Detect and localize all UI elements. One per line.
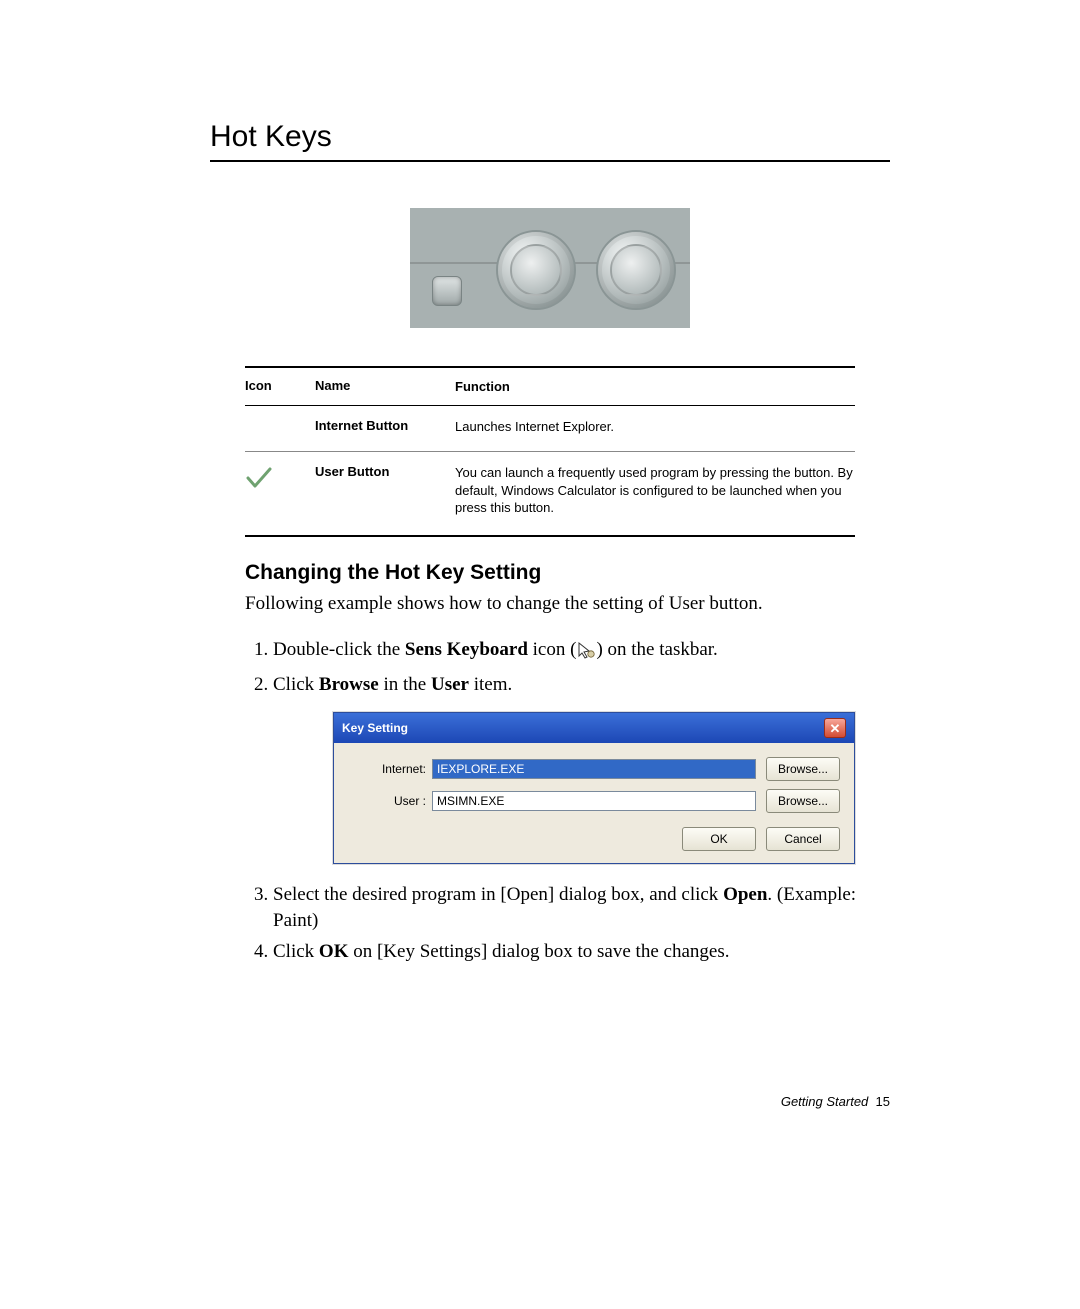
cell-name: User Button <box>315 464 455 517</box>
dialog-actions: OK Cancel <box>348 827 840 851</box>
step-4: Click OK on [Key Settings] dialog box to… <box>273 939 890 965</box>
cancel-button[interactable]: Cancel <box>766 827 840 851</box>
hotkeys-table: Icon Name Function Internet Button Launc… <box>245 366 855 537</box>
page-footer: Getting Started 15 <box>781 1094 890 1109</box>
key-setting-dialog-figure: Key Setting ✕ Internet: IEXPLORE.EXE Bro… <box>333 712 890 864</box>
section-lead: Following example shows how to change th… <box>245 593 890 615</box>
step-3: Select the desired program in [Open] dia… <box>273 882 890 933</box>
table-row: Internet Button Launches Internet Explor… <box>245 406 855 453</box>
step-text: Double-click the <box>273 639 405 660</box>
col-function: Function <box>455 378 855 396</box>
internet-button-icon <box>496 230 576 310</box>
step-text: Select the desired program in [Open] dia… <box>273 884 723 905</box>
browse-user-button[interactable]: Browse... <box>766 789 840 813</box>
step-bold: Browse <box>319 674 379 695</box>
ok-button[interactable]: OK <box>682 827 756 851</box>
user-field[interactable]: MSIMN.EXE <box>432 791 756 811</box>
sens-keyboard-icon <box>576 641 596 667</box>
step-text: in the <box>379 674 431 695</box>
steps-list: Double-click the Sens Keyboard icon ( ) … <box>245 637 890 965</box>
wifi-button-icon <box>432 276 462 306</box>
table-bottom-rule <box>245 535 855 537</box>
step-text: Click <box>273 941 319 962</box>
step-bold: User <box>431 674 469 695</box>
cell-name: Internet Button <box>315 418 455 436</box>
title-rule <box>210 160 890 162</box>
user-button-icon <box>596 230 676 310</box>
footer-section: Getting Started <box>781 1094 868 1109</box>
user-label: User : <box>348 793 432 809</box>
cell-icon <box>245 464 315 517</box>
internet-row: Internet: IEXPLORE.EXE Browse... <box>348 757 840 781</box>
step-text: on [Key Settings] dialog box to save the… <box>348 941 729 962</box>
hotkeys-photo <box>410 208 690 328</box>
step-1: Double-click the Sens Keyboard icon ( ) … <box>273 637 890 667</box>
browse-internet-button[interactable]: Browse... <box>766 757 840 781</box>
footer-page-number: 15 <box>876 1094 890 1109</box>
cell-function: Launches Internet Explorer. <box>455 418 855 436</box>
step-bold: Open <box>723 884 767 905</box>
step-text: icon ( <box>528 639 577 660</box>
dialog-title: Key Setting <box>342 720 408 736</box>
internet-label: Internet: <box>348 761 432 777</box>
step-text: Click <box>273 674 319 695</box>
col-icon: Icon <box>245 378 315 396</box>
step-bold: OK <box>319 941 349 962</box>
page-title: Hot Keys <box>210 120 890 154</box>
section-heading: Changing the Hot Key Setting <box>245 561 890 585</box>
dialog-titlebar: Key Setting ✕ <box>334 713 854 743</box>
table-header-row: Icon Name Function <box>245 368 855 406</box>
step-2: Click Browse in the User item. Key Setti… <box>273 672 890 864</box>
internet-field[interactable]: IEXPLORE.EXE <box>432 759 756 779</box>
table-row: User Button You can launch a frequently … <box>245 452 855 535</box>
checkmark-icon <box>245 466 273 490</box>
step-bold: Sens Keyboard <box>405 639 528 660</box>
dialog-body: Internet: IEXPLORE.EXE Browse... User : … <box>334 743 854 863</box>
key-setting-dialog: Key Setting ✕ Internet: IEXPLORE.EXE Bro… <box>333 712 855 864</box>
step-text: ) on the taskbar. <box>596 639 717 660</box>
col-name: Name <box>315 378 455 396</box>
close-button[interactable]: ✕ <box>824 718 846 738</box>
step-text: item. <box>469 674 512 695</box>
cell-icon <box>245 418 315 436</box>
cell-function: You can launch a frequently used program… <box>455 464 855 517</box>
user-row: User : MSIMN.EXE Browse... <box>348 789 840 813</box>
